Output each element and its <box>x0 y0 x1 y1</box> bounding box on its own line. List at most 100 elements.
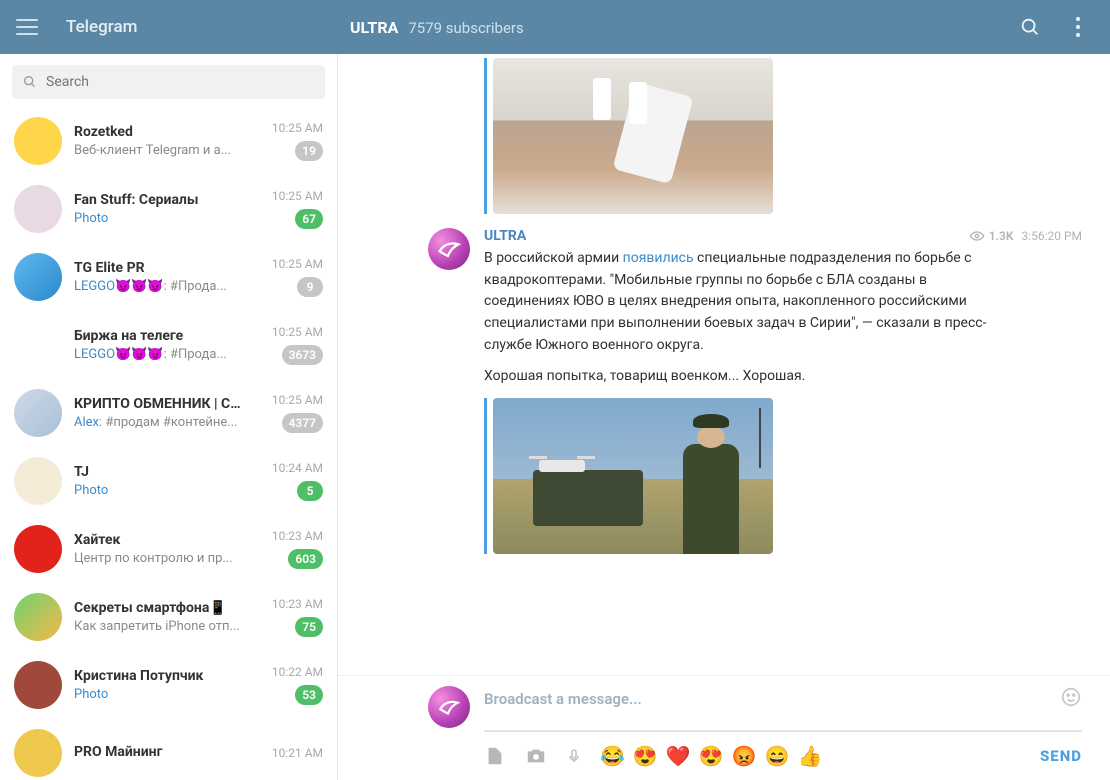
search-input-wrap[interactable] <box>12 65 325 99</box>
chat-time: 10:24 AM <box>272 461 323 475</box>
unread-badge: 75 <box>295 617 323 637</box>
chat-avatar <box>14 253 62 301</box>
message-media[interactable] <box>484 58 776 214</box>
unread-badge: 3673 <box>282 345 323 365</box>
search-icon <box>22 74 38 90</box>
chat-avatar <box>14 593 62 641</box>
message-text: В российской армии появились специальные… <box>484 248 994 388</box>
chat-name: Rozetked <box>74 124 247 140</box>
composer: 😂 😍 ❤️ 😍 😡 😄 👍 SEND <box>338 675 1110 780</box>
chat-preview: Как запретить iPhone отп... <box>74 619 247 634</box>
more-menu-icon[interactable] <box>1066 15 1090 39</box>
chat-preview: Alex: #продам #контейне... <box>74 415 247 430</box>
chat-time: 10:22 AM <box>272 665 323 679</box>
quick-emoji[interactable]: 😍 <box>633 744 658 768</box>
chat-name: TJ <box>74 464 247 480</box>
chat-item[interactable]: КРИПТО ОБМЕННИК | СНГ Alex: #продам #конт… <box>0 379 337 447</box>
chat-item[interactable]: ХайтекЦентр по контролю и пр...10:23 AM6… <box>0 515 337 583</box>
unread-badge: 5 <box>297 481 323 501</box>
chat-name: Биржа на телеге <box>74 328 247 344</box>
attach-file-icon[interactable] <box>484 745 506 767</box>
channel-header[interactable]: ULTRA 7579 subscribers <box>350 18 524 37</box>
topbar: Telegram ULTRA 7579 subscribers <box>0 0 1110 54</box>
attached-image[interactable] <box>493 398 773 554</box>
chat-item[interactable]: PRO Майнинг 10:21 AM <box>0 719 337 780</box>
message-time: 3:56:20 PM <box>1021 229 1082 243</box>
unread-badge: 67 <box>295 209 323 229</box>
chat-preview: Photo <box>74 687 247 702</box>
voice-icon[interactable] <box>566 745 582 767</box>
chat-time: 10:21 AM <box>272 746 323 760</box>
channel-title: ULTRA <box>350 18 398 37</box>
chat-item[interactable]: Fan Stuff: Сериалы Photo 10:25 AM 67 <box>0 175 337 243</box>
chat-item[interactable]: Секреты смартфона📱 Как запретить iPhone о… <box>0 583 337 651</box>
message-input[interactable] <box>484 690 1060 708</box>
attached-image[interactable] <box>493 58 773 214</box>
quick-emoji-row: 😂 😍 ❤️ 😍 😡 😄 👍 <box>600 744 822 768</box>
message-author[interactable]: ULTRA <box>484 228 526 244</box>
chat-time: 10:25 AM <box>272 121 323 135</box>
chat-preview: LEGGO😈😈😈: #Прода... <box>74 279 247 294</box>
chat-avatar <box>14 661 62 709</box>
chat-name: PRO Майнинг <box>74 744 247 760</box>
chat-avatar <box>14 185 62 233</box>
search-input[interactable] <box>46 74 315 90</box>
chat-name: Кристина Потупчик <box>74 668 247 684</box>
sidebar: Rozetked Веб-клиент Telegram и а... 10:25 … <box>0 54 338 780</box>
emoji-picker-icon[interactable] <box>1060 686 1082 712</box>
message-link[interactable]: появились <box>623 250 694 266</box>
chat-list: Rozetked Веб-клиент Telegram и а... 10:25 … <box>0 107 337 780</box>
unread-badge: 53 <box>295 685 323 705</box>
chat-preview: Photo <box>74 483 247 498</box>
chat-time: 10:25 AM <box>272 325 323 339</box>
quick-emoji[interactable]: 👍 <box>797 744 822 768</box>
send-button[interactable]: SEND <box>1040 747 1082 765</box>
unread-badge: 9 <box>297 277 323 297</box>
chat-preview: Веб-клиент Telegram и а... <box>74 143 247 158</box>
app-brand: Telegram <box>66 17 137 37</box>
quick-emoji[interactable]: ❤️ <box>666 744 691 768</box>
chat-name: Хайтек <box>74 532 247 548</box>
unread-badge: 19 <box>295 141 323 161</box>
composer-avatar <box>428 686 470 728</box>
chat-pane: ULTRA 1.3K 3:56:20 PM В российской армии… <box>338 54 1110 780</box>
chat-name: КРИПТО ОБМЕННИК | СНГ <box>74 396 247 412</box>
chat-avatar <box>14 729 62 777</box>
message-views: 1.3K <box>969 228 1014 244</box>
chat-item[interactable]: Кристина Потупчик Photo 10:22 AM 53 <box>0 651 337 719</box>
chat-name: Fan Stuff: Сериалы <box>74 192 247 208</box>
chat-item[interactable]: TJ Photo 10:24 AM 5 <box>0 447 337 515</box>
chat-preview: Центр по контролю и пр... <box>74 551 247 566</box>
channel-subscribers: 7579 subscribers <box>408 19 523 37</box>
chat-avatar <box>14 525 62 573</box>
chat-item[interactable]: Биржа на телеге LEGGO😈😈😈: #Прода... 10:25 … <box>0 311 337 379</box>
eye-icon <box>969 228 985 244</box>
channel-avatar[interactable] <box>428 228 470 270</box>
chat-preview: LEGGO😈😈😈: #Прода... <box>74 347 247 362</box>
chat-preview: Photo <box>74 211 247 226</box>
messages: ULTRA 1.3K 3:56:20 PM В российской армии… <box>338 54 1110 675</box>
chat-avatar <box>14 321 62 369</box>
menu-button[interactable] <box>10 10 44 44</box>
chat-item[interactable]: TG Elite PR LEGGO😈😈😈: #Прода... 10:25 AM 9 <box>0 243 337 311</box>
chat-time: 10:25 AM <box>272 189 323 203</box>
unread-badge: 603 <box>288 549 323 569</box>
chat-time: 10:25 AM <box>272 257 323 271</box>
message-media[interactable] <box>484 398 776 554</box>
unread-badge: 4377 <box>282 413 323 433</box>
chat-avatar <box>14 457 62 505</box>
chat-avatar <box>14 389 62 437</box>
quick-emoji[interactable]: 😡 <box>732 744 757 768</box>
chat-name: Секреты смартфона📱 <box>74 600 247 616</box>
chat-name: TG Elite PR <box>74 260 247 276</box>
quick-emoji[interactable]: 😂 <box>600 744 625 768</box>
camera-icon[interactable] <box>524 745 548 767</box>
chat-time: 10:23 AM <box>272 597 323 611</box>
search-icon[interactable] <box>1018 15 1042 39</box>
quick-emoji[interactable]: 😄 <box>765 744 790 768</box>
chat-time: 10:25 AM <box>272 393 323 407</box>
quick-emoji[interactable]: 😍 <box>699 744 724 768</box>
message: ULTRA 1.3K 3:56:20 PM В российской армии… <box>338 222 1082 560</box>
chat-avatar <box>14 117 62 165</box>
chat-item[interactable]: Rozetked Веб-клиент Telegram и а... 10:25 … <box>0 107 337 175</box>
